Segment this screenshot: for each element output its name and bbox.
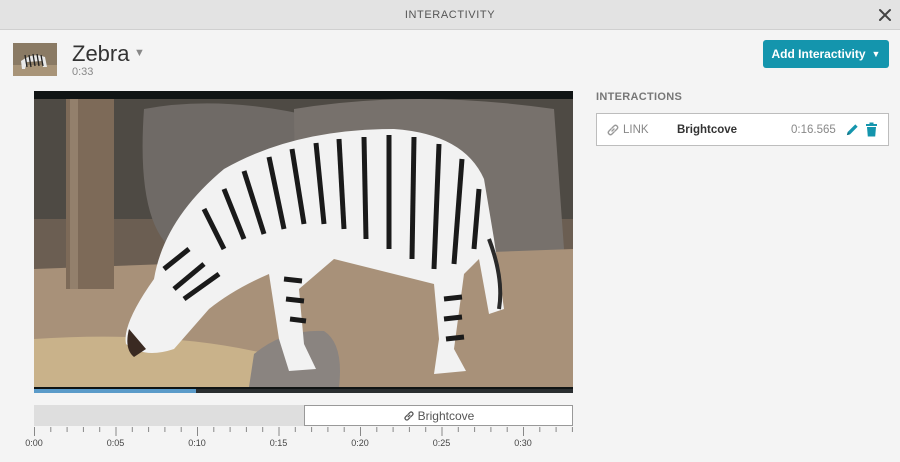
video-title: Zebra xyxy=(72,41,130,66)
tick-label: 0:20 xyxy=(351,438,369,448)
tick-label: 0:05 xyxy=(106,438,125,448)
interactions-header: INTERACTIONS xyxy=(596,91,683,103)
tick-label: 0:15 xyxy=(269,438,288,448)
tick-label: 0:25 xyxy=(432,438,451,448)
playback-progress-fill xyxy=(34,389,196,393)
add-interactivity-label: Add Interactivity xyxy=(771,47,866,61)
interaction-type: LINK xyxy=(623,123,649,136)
caret-down-icon: ▼ xyxy=(871,49,881,59)
video-frame xyxy=(34,99,573,387)
chevron-down-icon[interactable]: ▼ xyxy=(134,47,145,59)
window-title: INTERACTIVITY xyxy=(404,9,496,21)
add-interactivity-button[interactable]: Add Interactivity ▼ xyxy=(763,40,889,68)
trash-icon[interactable] xyxy=(865,122,878,137)
video-duration: 0:33 xyxy=(72,66,94,78)
tick-label: 0:30 xyxy=(514,438,532,448)
timeline-link-label: Brightcove xyxy=(417,408,475,423)
video-thumbnail xyxy=(13,43,57,76)
timeline-ruler xyxy=(34,427,573,436)
interaction-time: 0:16.565 xyxy=(791,123,836,136)
interaction-target: Brightcove xyxy=(677,123,738,136)
interaction-item[interactable]: LINK Brightcove 0:16.565 xyxy=(596,113,889,146)
pencil-icon[interactable] xyxy=(845,122,860,137)
tick-label: 0:10 xyxy=(188,438,206,448)
timeline-link-interaction[interactable]: Brightcove xyxy=(304,405,573,426)
link-icon xyxy=(607,124,619,136)
link-icon xyxy=(403,410,414,421)
video-player[interactable] xyxy=(34,91,573,393)
timeline-empty-region[interactable] xyxy=(34,405,304,426)
tick-label: 0:00 xyxy=(25,438,43,448)
timeline-tick-labels: 0:00 0:05 0:10 0:15 0:20 0:25 0:30 xyxy=(0,438,900,452)
window-titlebar: INTERACTIVITY xyxy=(0,0,900,30)
close-icon[interactable] xyxy=(876,6,894,24)
